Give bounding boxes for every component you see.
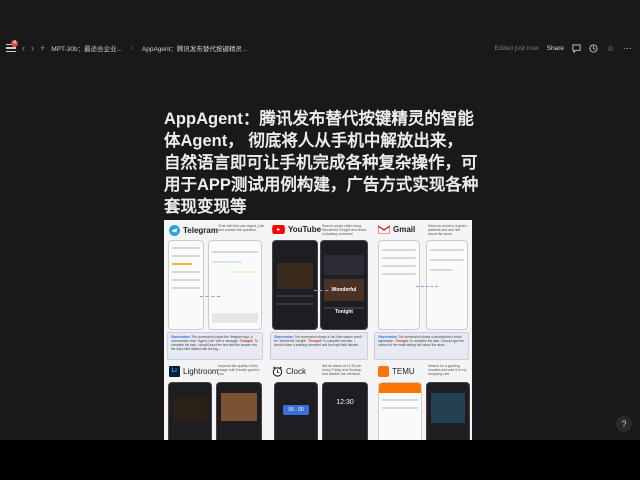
favorite-star-icon[interactable]: ☆ (606, 44, 615, 53)
task-caption-telegram: Chat with the user Agent_Lab and answer … (218, 224, 264, 233)
toolbar-left: 4 ‹ › + MPT-30b：最适合企业... / AppAgent：腾讯发布… (6, 38, 247, 58)
task-caption-clock: Set an alarm at 12:30 pm every Friday an… (322, 364, 362, 377)
task-caption-gmail: Send an email to a given address and ask… (428, 224, 467, 237)
gmail-phone-2 (426, 240, 468, 330)
app-name-temu: TEMU (392, 367, 415, 376)
back-arrow-icon[interactable]: ‹ (22, 43, 25, 53)
app-name-youtube: YouTube (288, 225, 322, 234)
help-button[interactable]: ? (616, 416, 632, 432)
breadcrumb-parent[interactable]: MPT-30b：最适合企业... (51, 43, 122, 53)
clock-time-display-2: 12:30 (336, 399, 354, 406)
new-page-plus-icon[interactable]: + (40, 43, 45, 53)
temu-phone-2 (426, 382, 470, 440)
updates-clock-icon[interactable] (589, 43, 598, 53)
action-arrow (200, 296, 220, 297)
more-options-icon[interactable]: ⋯ (623, 44, 632, 53)
notification-badge: 4 (11, 40, 18, 47)
telegram-phone-2 (208, 240, 262, 330)
lightroom-phone-2 (216, 382, 262, 440)
sidebar-menu-icon[interactable]: 4 (6, 40, 18, 52)
breadcrumb-current[interactable]: AppAgent：腾讯发布替代按键精灵... (142, 43, 247, 53)
temu-icon (378, 366, 389, 377)
action-arrow (314, 290, 334, 291)
app-name-telegram: Telegram (183, 226, 218, 235)
youtube-logo: YouTube (272, 225, 321, 234)
telegram-phone-1 (168, 240, 204, 330)
youtube-phone-2: Wonderful Tonight (320, 240, 368, 330)
observation-box-telegram: Observation: The screenshot shows the Te… (167, 332, 263, 360)
top-toolbar: 4 ‹ › + MPT-30b：最适合企业... / AppAgent：腾讯发布… (0, 38, 640, 58)
gmail-phone-1 (378, 240, 420, 330)
clock-phone-1: 06 : 00 (274, 382, 318, 440)
share-button[interactable]: Share (547, 45, 564, 52)
task-caption-youtube: Search music video song Wonderful Tonigh… (322, 224, 367, 237)
youtube-phone-1 (272, 240, 318, 330)
breadcrumb-separator: / (131, 44, 133, 52)
lightroom-phone-1 (168, 382, 212, 440)
clock-phone-2: 12:30 (322, 382, 368, 440)
lightroom-logo: Lr Lightroom (169, 366, 219, 377)
edited-status: Edited just now (494, 44, 539, 52)
page-title: AppAgent：腾讯发布替代按键精灵的智能体Agent， 彻底将人从手机中解放… (164, 110, 479, 216)
app-name-lightroom: Lightroom (183, 367, 219, 376)
app-name-gmail: Gmail (393, 225, 416, 234)
appagent-figure: Telegram Chat with the user Agent_Lab an… (164, 220, 472, 440)
task-caption-temu: Search for a gaming headset and add it t… (428, 364, 467, 377)
temu-phone-1 (378, 382, 422, 440)
temu-logo: TEMU (378, 366, 415, 377)
toolbar-right: Edited just now Share ☆ ⋯ (495, 38, 632, 58)
gmail-logo: Gmail (378, 225, 415, 234)
clock-logo: Clock (272, 366, 306, 377)
observation-box-youtube: Observation: The screenshot shows a YouT… (270, 332, 368, 360)
comment-icon[interactable] (572, 43, 581, 53)
app-name-clock: Clock (286, 367, 307, 376)
clock-time-display: 06 : 00 (283, 405, 309, 415)
bottom-bar (0, 440, 640, 480)
lightroom-icon: Lr (169, 366, 180, 377)
task-caption-lightroom: Improve the quality of this image until … (218, 364, 260, 377)
observation-box-gmail: Observation: The screenshot shows a smar… (374, 332, 469, 360)
telegram-logo: Telegram (169, 225, 218, 236)
action-arrow (416, 286, 438, 287)
forward-arrow-icon[interactable]: › (31, 43, 34, 53)
